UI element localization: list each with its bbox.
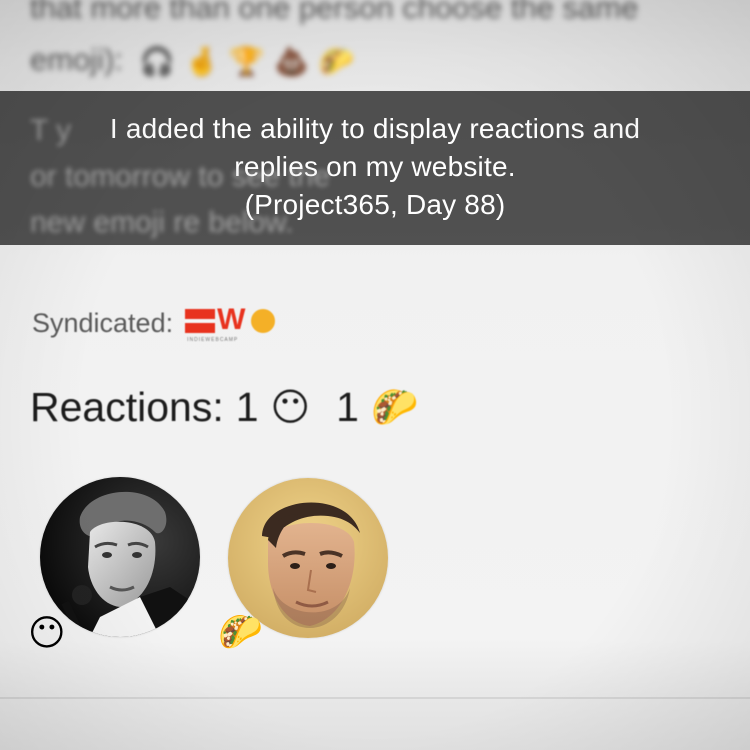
reaction-count-2: 1: [336, 384, 359, 430]
no-mouth-face-icon: 😶: [270, 386, 311, 429]
reactions-label: Reactions:: [30, 384, 224, 430]
blurred-text-under-caption: T y or tomorrow to see the new emoji re …: [30, 108, 720, 246]
reaction-avatar-2[interactable]: 🌮: [218, 478, 388, 650]
iwc-logo-subtitle: INDIEWEBCAMP: [187, 337, 239, 343]
syndicated-row: Syndicated: W INDIEWEBCAMP: [32, 303, 281, 343]
blurred-under-line-3: new emoji re below.: [30, 206, 294, 239]
reaction-count-1: 1: [235, 384, 259, 430]
iwc-logo-w: W: [217, 303, 246, 336]
iwc-logo-block: [185, 309, 216, 333]
blurred-under-line-2: or tomorrow to see the: [30, 160, 331, 193]
taco-badge-icon: 🌮: [218, 611, 263, 652]
blurred-under-line-1: T y: [30, 114, 72, 147]
screenshot-page: that more than one person choose the sam…: [0, 0, 750, 750]
reaction-avatar-1[interactable]: 😶: [28, 477, 200, 651]
syndicated-label: Syndicated:: [32, 307, 174, 338]
reactions-summary: Reactions: 1 😶 1 🌮: [30, 384, 418, 431]
indiewebcamp-logo[interactable]: W INDIEWEBCAMP: [185, 303, 281, 345]
iwc-logo-circle: [251, 309, 276, 333]
no-mouth-face-badge-icon: 😶: [28, 612, 66, 653]
divider: [0, 697, 750, 699]
taco-icon: 🌮: [370, 386, 419, 429]
